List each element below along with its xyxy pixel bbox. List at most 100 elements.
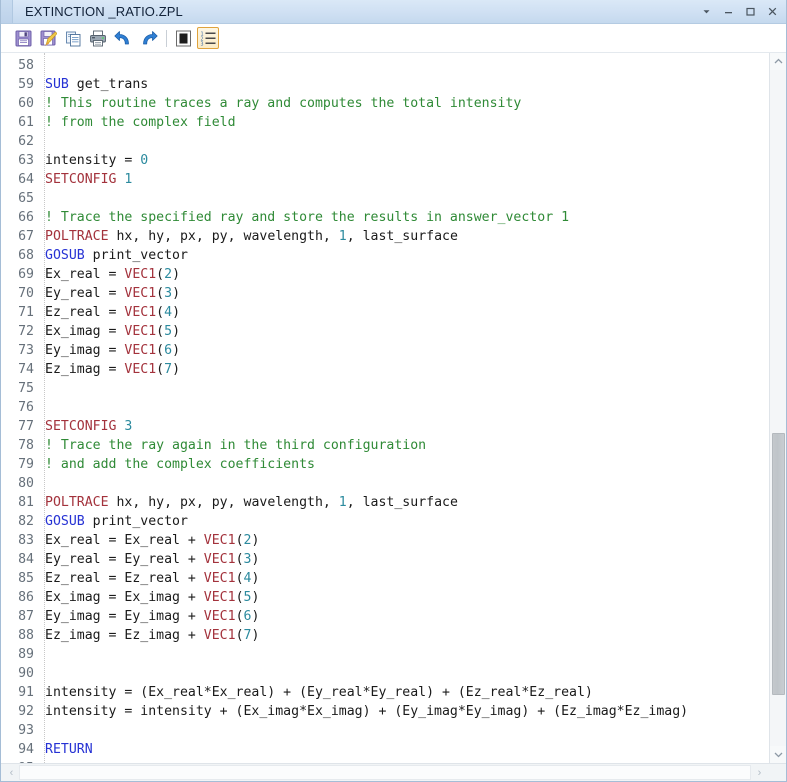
code-line[interactable]: 67POLTRACE hx, hy, px, py, wavelength, 1…: [1, 227, 769, 246]
code-line[interactable]: 61! from the complex field: [1, 113, 769, 132]
code-line[interactable]: 91intensity = (Ex_real*Ex_real) + (Ey_re…: [1, 683, 769, 702]
code-line[interactable]: 64SETCONFIG 1: [1, 170, 769, 189]
code-line[interactable]: 94RETURN: [1, 740, 769, 759]
code-line[interactable]: 76: [1, 398, 769, 417]
code-line[interactable]: 63intensity = 0: [1, 151, 769, 170]
line-content[interactable]: Ez_imag = VEC1(7): [39, 360, 180, 379]
line-content[interactable]: Ez_imag = Ez_imag + VEC1(7): [39, 626, 259, 645]
line-content[interactable]: Ey_imag = Ey_imag + VEC1(6): [39, 607, 259, 626]
print-icon[interactable]: [87, 27, 109, 49]
horizontal-scrollbar-track[interactable]: [19, 765, 751, 780]
code-line[interactable]: 87Ey_imag = Ey_imag + VEC1(6): [1, 607, 769, 626]
code-line[interactable]: 77SETCONFIG 3: [1, 417, 769, 436]
code-line[interactable]: 82GOSUB print_vector: [1, 512, 769, 531]
code-line[interactable]: 78! Trace the ray again in the third con…: [1, 436, 769, 455]
line-numbers-icon[interactable]: 1 2 3: [197, 27, 219, 49]
maximize-icon[interactable]: [740, 2, 760, 21]
code-view[interactable]: 58 59SUB get_trans60 ! This routine trace…: [1, 53, 769, 763]
line-content[interactable]: Ez_real = Ez_real + VEC1(4): [39, 569, 259, 588]
line-content[interactable]: Ex_real = VEC1(2): [39, 265, 180, 284]
line-content[interactable]: RETURN: [39, 740, 93, 759]
code-line[interactable]: 89: [1, 645, 769, 664]
code-token: ! This routine traces a ray and computes…: [45, 96, 521, 111]
line-content[interactable]: Ey_imag = VEC1(6): [39, 341, 180, 360]
line-number: 81: [1, 493, 39, 512]
line-content[interactable]: ! Trace the specified ray and store the …: [39, 208, 569, 227]
line-content[interactable]: Ex_real = Ex_real + VEC1(2): [39, 531, 259, 550]
minimize-icon[interactable]: [718, 2, 738, 21]
code-line[interactable]: 60 ! This routine traces a ray and comput…: [1, 94, 769, 113]
code-line[interactable]: 69Ex_real = VEC1(2): [1, 265, 769, 284]
code-line[interactable]: 75: [1, 379, 769, 398]
line-content[interactable]: ! This routine traces a ray and computes…: [39, 94, 521, 113]
code-line[interactable]: 83Ex_real = Ex_real + VEC1(2): [1, 531, 769, 550]
line-number: 91: [1, 683, 39, 702]
code-token: Ey_real = Ey_real +: [45, 552, 204, 567]
vertical-scrollbar[interactable]: [769, 53, 786, 763]
code-token: Ez_imag =: [45, 362, 124, 377]
line-content[interactable]: Ey_real = Ey_real + VEC1(3): [39, 550, 259, 569]
line-content[interactable]: GOSUB print_vector: [39, 246, 188, 265]
page-view-icon[interactable]: [172, 27, 194, 49]
scroll-down-icon[interactable]: [770, 746, 787, 763]
line-content[interactable]: POLTRACE hx, hy, px, py, wavelength, 1, …: [39, 493, 458, 512]
line-content[interactable]: Ez_real = VEC1(4): [39, 303, 180, 322]
line-content[interactable]: POLTRACE hx, hy, px, py, wavelength, 1, …: [39, 227, 458, 246]
code-line[interactable]: 86Ex_imag = Ex_imag + VEC1(5): [1, 588, 769, 607]
code-token: ): [251, 628, 259, 643]
save-as-icon[interactable]: [37, 27, 59, 49]
code-line[interactable]: 59SUB get_trans: [1, 75, 769, 94]
close-icon[interactable]: [762, 2, 782, 21]
scroll-left-icon[interactable]: ‹: [3, 764, 20, 781]
code-line[interactable]: 62: [1, 132, 769, 151]
line-content[interactable]: intensity = (Ex_real*Ex_real) + (Ey_real…: [39, 683, 593, 702]
line-content[interactable]: SUB get_trans: [39, 75, 148, 94]
code-line[interactable]: 74Ez_imag = VEC1(7): [1, 360, 769, 379]
vertical-scrollbar-thumb[interactable]: [772, 433, 785, 695]
code-line[interactable]: 92intensity = intensity + (Ex_imag*Ex_im…: [1, 702, 769, 721]
copy-icon[interactable]: [62, 27, 84, 49]
scroll-up-icon[interactable]: [770, 53, 787, 70]
horizontal-scrollbar[interactable]: ‹ ›: [1, 763, 786, 781]
code-line[interactable]: 84Ey_real = Ey_real + VEC1(3): [1, 550, 769, 569]
code-line[interactable]: 90: [1, 664, 769, 683]
line-content[interactable]: ! Trace the ray again in the third confi…: [39, 436, 426, 455]
code-line[interactable]: 66! Trace the specified ray and store th…: [1, 208, 769, 227]
line-content[interactable]: ! and add the complex coefficients: [39, 455, 315, 474]
code-token: Ey_imag = Ey_imag +: [45, 609, 204, 624]
line-number: 77: [1, 417, 39, 436]
line-content[interactable]: SETCONFIG 1: [39, 170, 132, 189]
line-number: 74: [1, 360, 39, 379]
line-content[interactable]: SETCONFIG 3: [39, 417, 132, 436]
code-token: hx, hy, px, py, wavelength,: [109, 495, 339, 510]
code-line[interactable]: 72Ex_imag = VEC1(5): [1, 322, 769, 341]
code-line[interactable]: 73Ey_imag = VEC1(6): [1, 341, 769, 360]
code-line[interactable]: 88Ez_imag = Ez_imag + VEC1(7): [1, 626, 769, 645]
code-lines[interactable]: 58 59SUB get_trans60 ! This routine trace…: [1, 53, 769, 763]
code-line[interactable]: 80: [1, 474, 769, 493]
scroll-right-icon[interactable]: ›: [751, 764, 768, 781]
dropdown-arrow-icon[interactable]: [696, 2, 716, 21]
save-icon[interactable]: [12, 27, 34, 49]
code-line[interactable]: 85Ez_real = Ez_real + VEC1(4): [1, 569, 769, 588]
line-content[interactable]: intensity = 0: [39, 151, 148, 170]
code-token: Ez_real = Ez_real +: [45, 571, 204, 586]
code-line[interactable]: 58: [1, 56, 769, 75]
code-line[interactable]: 81POLTRACE hx, hy, px, py, wavelength, 1…: [1, 493, 769, 512]
line-content[interactable]: GOSUB print_vector: [39, 512, 188, 531]
line-content[interactable]: ! from the complex field: [39, 113, 236, 132]
line-content[interactable]: intensity = intensity + (Ex_imag*Ex_imag…: [39, 702, 688, 721]
code-line[interactable]: 71Ez_real = VEC1(4): [1, 303, 769, 322]
code-line[interactable]: 68GOSUB print_vector: [1, 246, 769, 265]
code-line[interactable]: 79! and add the complex coefficients: [1, 455, 769, 474]
code-line[interactable]: 65: [1, 189, 769, 208]
line-content[interactable]: Ex_imag = VEC1(5): [39, 322, 180, 341]
code-token: (: [236, 609, 244, 624]
line-content[interactable]: Ey_real = VEC1(3): [39, 284, 180, 303]
line-number: 60: [1, 94, 39, 113]
redo-icon[interactable]: [137, 27, 159, 49]
code-line[interactable]: 93: [1, 721, 769, 740]
line-content[interactable]: Ex_imag = Ex_imag + VEC1(5): [39, 588, 259, 607]
code-line[interactable]: 70Ey_real = VEC1(3): [1, 284, 769, 303]
undo-icon[interactable]: [112, 27, 134, 49]
